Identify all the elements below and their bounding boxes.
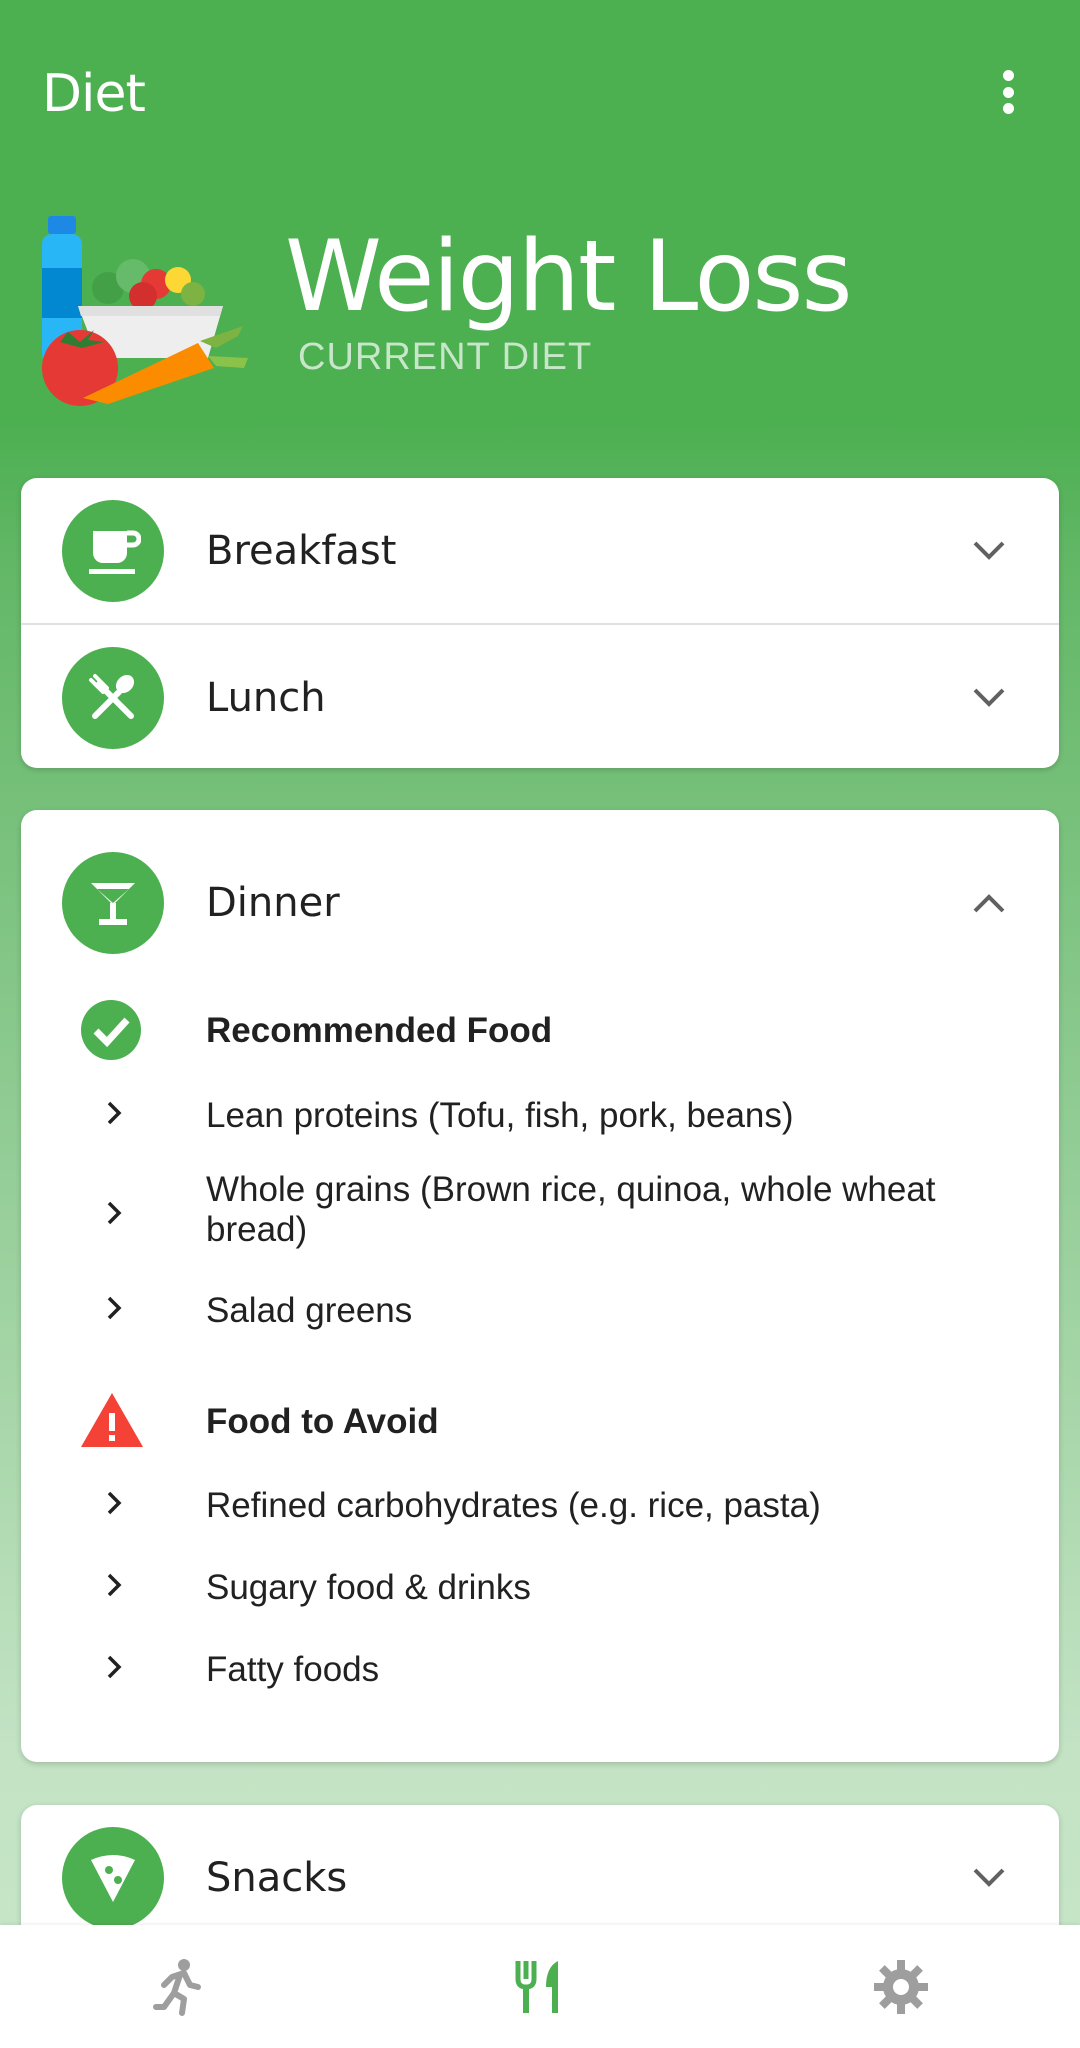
food-item-text: Salad greens [206,1291,413,1330]
meal-card-dinner: Dinner Recommended Food Lean proteins (T… [21,810,1059,1762]
food-item-text: Lean proteins (Tofu, fish, pork, beans) [206,1096,794,1135]
meal-label-breakfast: Breakfast [206,527,397,574]
diet-header: Weight Loss CURRENT DIET [0,190,1080,420]
nav-item-settings[interactable] [869,1955,933,2019]
food-item-text: Sugary food & drinks [206,1568,531,1607]
meal-row-breakfast[interactable]: Breakfast [21,478,1059,623]
utensils-crossed-icon [89,673,135,719]
chevron-right-icon [107,1201,122,1225]
recommended-food-heading: Recommended Food [21,995,1059,1065]
coffee-cup-icon [89,530,141,574]
nav-item-workout[interactable] [146,1955,210,2019]
fork-knife-icon [515,1961,558,2013]
meal-label-dinner: Dinner [206,879,340,926]
chevron-right-icon [107,1101,122,1125]
nav-item-diet[interactable] [508,1955,572,2019]
chevron-right-icon [107,1655,122,1679]
chevron-down-icon[interactable] [969,531,1009,571]
meal-label-lunch: Lunch [206,674,326,721]
meal-row-dinner[interactable]: Dinner [21,810,1059,995]
running-person-icon [153,1959,201,2016]
food-illustration-icon [42,216,248,406]
meal-label-snacks: Snacks [206,1854,348,1901]
bottom-navigation [0,1925,1080,2048]
meals-card-1: Breakfast Lunch [21,478,1059,768]
food-item-text: Whole grains (Brown rice, quinoa, whole … [206,1170,936,1249]
food-to-avoid-heading: Food to Avoid [21,1386,1059,1456]
cocktail-glass-icon [91,882,135,925]
diet-subtitle: CURRENT DIET [298,336,593,378]
chevron-up-icon[interactable] [969,883,1009,923]
food-item-text: Fatty foods [206,1650,380,1689]
more-options-button[interactable] [988,64,1028,120]
chevron-right-icon [107,1573,122,1597]
section-title-recommended: Recommended Food [206,1011,553,1050]
pizza-slice-icon [91,1854,135,1902]
gear-icon [874,1960,928,2014]
chevron-right-icon [107,1491,122,1515]
app-bar: Diet [0,0,1080,190]
app-title: Diet [42,64,146,124]
chevron-down-icon[interactable] [969,1858,1009,1898]
diet-title: Weight Loss [285,220,853,334]
food-item-text: Refined carbohydrates (e.g. rice, pasta) [206,1486,821,1525]
meal-row-lunch[interactable]: Lunch [21,625,1059,770]
chevron-down-icon[interactable] [969,678,1009,718]
chevron-right-icon [107,1296,122,1320]
warning-triangle-icon [81,1393,143,1447]
more-vert-icon [1002,70,1014,81]
check-circle-icon [81,1000,141,1060]
section-title-avoid: Food to Avoid [206,1402,439,1441]
